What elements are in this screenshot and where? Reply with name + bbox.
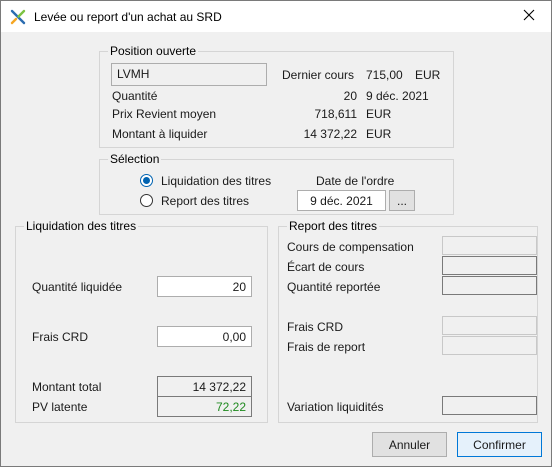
date-ordre-field[interactable]: 9 déc. 2021	[297, 190, 386, 211]
close-button[interactable]	[507, 1, 551, 32]
ecart-cours-field	[442, 256, 537, 275]
quantite-liquidee-label: Quantité liquidée	[32, 280, 123, 294]
cancel-button[interactable]: Annuler	[372, 432, 447, 457]
montant-total-label: Montant total	[32, 380, 102, 394]
instrument-name-field: LVMH	[111, 63, 267, 86]
prix-revient-label: Prix Revient moyen	[112, 107, 217, 121]
date-ordre-label: Date de l'ordre	[316, 174, 395, 188]
confirm-button[interactable]: Confirmer	[457, 432, 542, 457]
frais-report-label: Frais de report	[287, 340, 366, 354]
cours-compensation-label: Cours de compensation	[287, 240, 414, 254]
prix-revient-value: 718,611	[314, 107, 358, 121]
dernier-cours-value: 715,00	[366, 68, 403, 82]
selection-legend: Sélection	[108, 152, 162, 166]
quantite-label: Quantité	[112, 89, 158, 103]
date-picker-button[interactable]: ...	[389, 190, 415, 211]
ecart-cours-label: Écart de cours	[287, 260, 365, 274]
quantite-reportee-label: Quantité reportée	[287, 280, 381, 294]
app-x-icon	[10, 9, 26, 25]
report-frais-crd-label: Frais CRD	[287, 320, 343, 334]
quantite-date: 9 déc. 2021	[366, 89, 429, 103]
radio-report[interactable]	[140, 194, 153, 207]
cours-compensation-field	[442, 236, 537, 255]
prix-revient-currency: EUR	[366, 107, 392, 121]
frais-report-field	[442, 336, 537, 355]
quantite-reportee-field	[442, 276, 537, 295]
report-legend: Report des titres	[287, 219, 380, 233]
dialog-window: Levée ou report d'un achat au SRD Positi…	[0, 0, 552, 467]
close-icon	[523, 9, 535, 24]
frais-crd-label: Frais CRD	[32, 330, 88, 344]
radio-report-label[interactable]: Report des titres	[161, 194, 249, 208]
montant-liquider-label: Montant à liquider	[112, 127, 208, 141]
frais-crd-input[interactable]: 0,00	[157, 326, 252, 347]
radio-liquidation[interactable]	[140, 174, 153, 187]
report-frais-crd-field	[442, 316, 537, 335]
position-ouverte-legend: Position ouverte	[108, 44, 199, 58]
montant-liquider-currency: EUR	[366, 127, 392, 141]
liquidation-legend: Liquidation des titres	[24, 219, 139, 233]
pv-latente-label: PV latente	[32, 400, 88, 414]
window-title: Levée ou report d'un achat au SRD	[34, 10, 222, 24]
montant-liquider-value: 14 372,22	[303, 127, 357, 141]
dernier-cours-label: Dernier cours	[282, 68, 355, 82]
variation-liquidites-label: Variation liquidités	[287, 400, 384, 414]
montant-total-field: 14 372,22	[157, 376, 252, 397]
title-bar: Levée ou report d'un achat au SRD	[1, 1, 551, 32]
quantite-value: 20	[343, 89, 357, 103]
radio-liquidation-label[interactable]: Liquidation des titres	[161, 174, 271, 188]
pv-latente-field: 72,22	[157, 396, 252, 417]
quantite-liquidee-input[interactable]: 20	[157, 276, 252, 297]
variation-liquidites-field	[442, 396, 537, 415]
dernier-cours-currency: EUR	[415, 68, 441, 82]
